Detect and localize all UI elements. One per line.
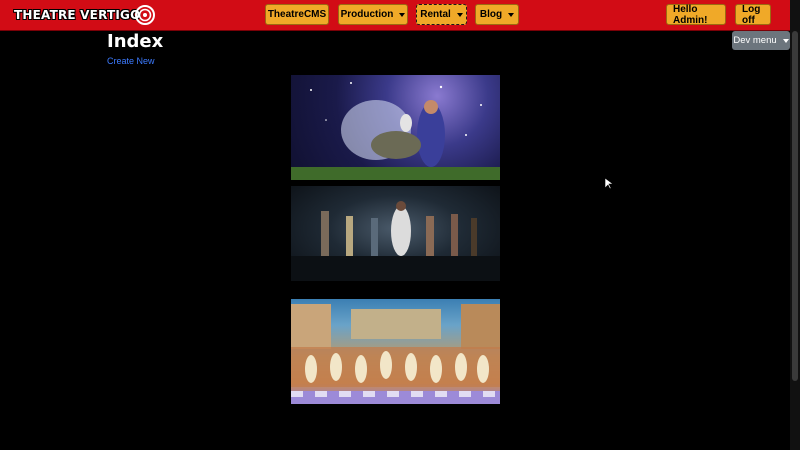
production-photo-2[interactable] xyxy=(291,186,500,281)
caret-down-icon xyxy=(456,12,463,17)
page-title: Index xyxy=(107,31,164,52)
create-new-link[interactable]: Create New xyxy=(107,56,155,66)
spiral-logo-icon xyxy=(135,5,156,25)
nav-theatrecms-label: TheatreCMS xyxy=(267,9,327,20)
top-navbar: THEATRE VERTIGO TheatreCMS Production Re… xyxy=(0,0,800,31)
nav-production-dropdown[interactable]: Production xyxy=(338,4,408,25)
scrollbar-thumb[interactable] xyxy=(792,31,798,381)
mouse-pointer-icon xyxy=(605,178,613,190)
brand-logo[interactable]: THEATRE VERTIGO xyxy=(14,4,156,26)
caret-down-icon xyxy=(782,38,789,43)
production-photo-3[interactable] xyxy=(291,299,500,404)
dev-menu-dropdown[interactable]: Dev menu xyxy=(732,31,790,50)
nav-rental-label: Rental xyxy=(420,9,451,20)
photo-icon xyxy=(291,304,500,404)
page-scrollbar[interactable] xyxy=(790,0,800,450)
caret-down-icon xyxy=(399,12,406,17)
greeting-button[interactable]: Hello Admin! xyxy=(666,3,726,26)
logoff-button[interactable]: Log off xyxy=(735,3,771,26)
nav-rental-dropdown[interactable]: Rental xyxy=(416,4,467,25)
photo-icon xyxy=(291,201,500,281)
caret-down-icon xyxy=(508,12,515,17)
dev-menu-label: Dev menu xyxy=(733,35,777,46)
production-photo-1[interactable] xyxy=(291,75,500,180)
nav-theatrecms-button[interactable]: TheatreCMS xyxy=(265,4,329,25)
nav-production-label: Production xyxy=(340,9,394,20)
nav-blog-label: Blog xyxy=(479,9,503,20)
photo-icon xyxy=(291,82,500,180)
brand-name: THEATRE VERTIGO xyxy=(14,8,141,22)
greeting-label: Hello Admin! xyxy=(673,3,708,26)
logoff-label: Log off xyxy=(742,3,761,26)
nav-blog-dropdown[interactable]: Blog xyxy=(475,4,519,25)
